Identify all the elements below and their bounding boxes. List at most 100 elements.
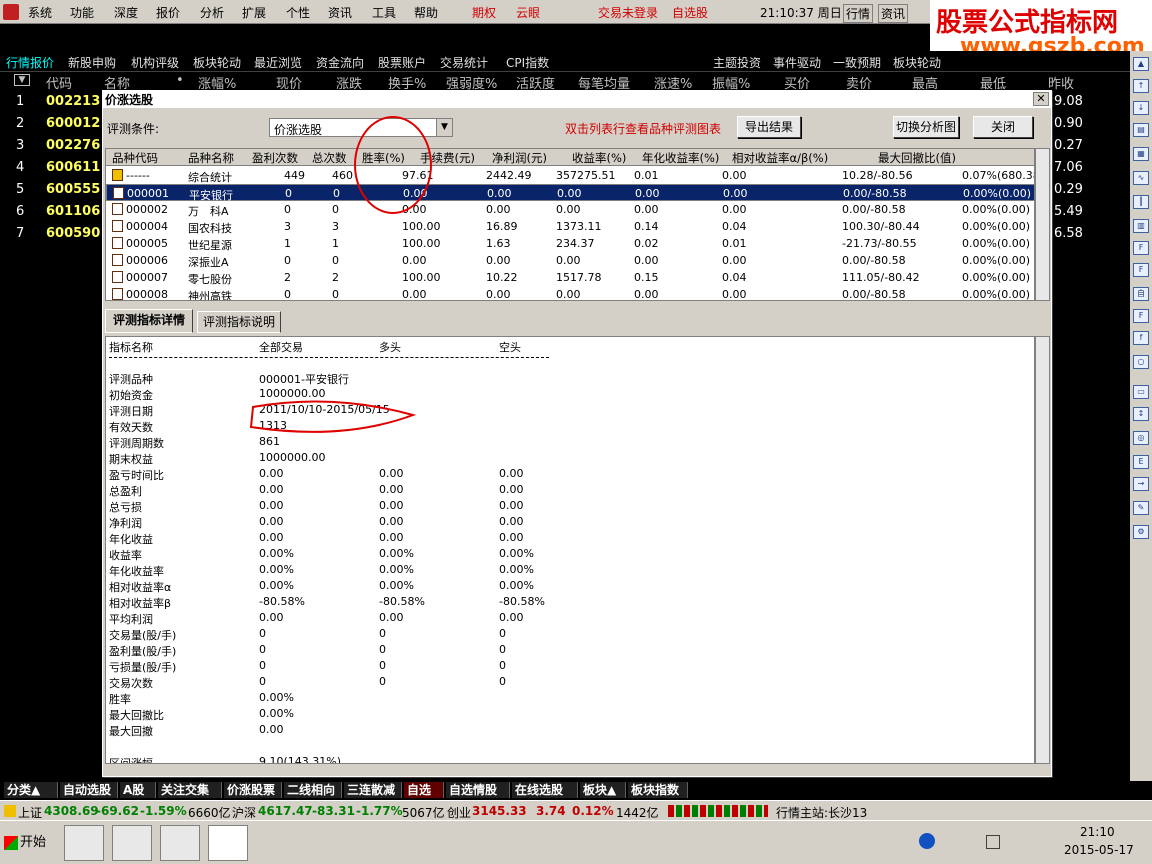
circle-icon[interactable]: ○	[1133, 355, 1149, 369]
stock-row[interactable]: 6 601106	[0, 204, 104, 226]
bar-chart-icon[interactable]: ▥	[1133, 219, 1149, 233]
f10-icon[interactable]: F	[1133, 241, 1149, 255]
menu-depth[interactable]: 深度	[114, 4, 138, 21]
close-button[interactable]: 关闭	[973, 116, 1033, 138]
fx-icon[interactable]: f	[1133, 331, 1149, 345]
gh-code[interactable]: 品种代码	[112, 150, 158, 166]
menu-system[interactable]: 系统	[28, 4, 52, 21]
menu-extend[interactable]: 扩展	[242, 4, 266, 21]
menu-function[interactable]: 功能	[70, 4, 94, 21]
trade-status[interactable]: 交易未登录	[598, 4, 658, 21]
stock-row[interactable]: 3 002276	[0, 138, 104, 160]
col-code[interactable]: 代码	[46, 73, 72, 92]
tab-sector[interactable]: 板块轮动	[893, 54, 941, 71]
colorful-app-icon[interactable]	[112, 825, 152, 861]
tab-consensus[interactable]: 一致预期	[833, 54, 881, 71]
arrow-up-icon[interactable]: ▲	[1133, 57, 1149, 71]
grid-scrollbar[interactable]	[1035, 148, 1050, 301]
target-icon[interactable]: ◎	[1133, 431, 1149, 445]
qq-app-icon[interactable]	[160, 825, 200, 861]
tab-explain[interactable]: 评测指标说明	[197, 311, 281, 333]
gh-wins[interactable]: 盈利次数	[252, 150, 298, 166]
hangqing-button[interactable]: 行情	[843, 4, 874, 23]
help-icon[interactable]	[919, 833, 935, 849]
fz-icon[interactable]: F	[1133, 309, 1149, 323]
tab-capital-flow[interactable]: 资金流向	[316, 54, 364, 71]
menu-tools[interactable]: 工具	[372, 4, 396, 21]
close-icon[interactable]: ✕	[1033, 92, 1049, 106]
grid-row[interactable]: 000001 平安银行 0 0 0.00 0.00 0.00 0.00 0.00 0.00/-80…	[106, 184, 1034, 202]
chevron-down-icon[interactable]: ▼	[14, 74, 30, 86]
tab-account[interactable]: 股票账户	[378, 54, 426, 71]
grid-row[interactable]: 000002 万 科A 0 0 0.00 0.00 0.00 0.00 0.00 0.00/-80…	[106, 201, 1034, 218]
folder-icon[interactable]: ▭	[1133, 385, 1149, 399]
menu-news[interactable]: 资讯	[328, 4, 352, 21]
switch-chart-button[interactable]: 切换分析图	[893, 116, 959, 138]
bottom-tab[interactable]: 板块▲	[580, 782, 626, 798]
bottom-tab[interactable]: 在线选股	[512, 782, 578, 798]
gh-drawdown[interactable]: 最大回撤比(值)	[878, 150, 956, 166]
stock-app-icon[interactable]	[208, 825, 248, 861]
pencil-icon[interactable]: ✎	[1133, 501, 1149, 515]
gear-icon[interactable]: ⚙	[1133, 525, 1149, 539]
gh-profit[interactable]: 净利润(元)	[492, 150, 547, 166]
grid-row[interactable]: 000004 国农科技 3 3 100.00 16.89 1373.11 0.14 0.04 10…	[106, 218, 1034, 235]
bottom-tab[interactable]: 三连散减	[344, 782, 402, 798]
gh-return[interactable]: 收益率(%)	[572, 150, 626, 166]
tab-quote[interactable]: 行情报价	[6, 54, 54, 71]
candle-icon[interactable]: ┃	[1133, 195, 1149, 209]
gh-annual[interactable]: 年化收益率(%)	[642, 150, 719, 166]
tab-cpi[interactable]: CPI指数	[506, 54, 549, 71]
menu-analysis[interactable]: 分析	[200, 4, 224, 21]
stock-row[interactable]: 4 600611	[0, 160, 104, 182]
tab-trade-stats[interactable]: 交易统计	[440, 54, 488, 71]
grid-row[interactable]: 000005 世纪星源 1 1 100.00 1.63 234.37 0.02 0.01 -21.…	[106, 235, 1034, 252]
tab-sector-rotation[interactable]: 板块轮动	[193, 54, 241, 71]
menu-watchlist[interactable]: 自选股	[672, 4, 708, 21]
etf-icon[interactable]: E	[1133, 455, 1149, 469]
menu-quote[interactable]: 报价	[156, 4, 180, 21]
bottom-tab[interactable]: 自选情股	[446, 782, 510, 798]
sort-icon[interactable]: ↕	[1133, 407, 1149, 421]
line-chart-icon[interactable]: ∿	[1133, 171, 1149, 185]
grid-row[interactable]: 000008 神州高铁 0 0 0.00 0.00 0.00 0.00 0.00 0.00/-80…	[106, 286, 1034, 300]
f-icon[interactable]: F	[1133, 263, 1149, 277]
tab-theme[interactable]: 主题投资	[713, 54, 761, 71]
grid-row[interactable]: 000006 深振业A 0 0 0.00 0.00 0.00 0.00 0.00 0.00/-80…	[106, 252, 1034, 269]
stock-row[interactable]: 1 002213	[0, 94, 104, 116]
bottom-tab[interactable]: 板块指数	[628, 782, 688, 798]
stock-row[interactable]: 7 600590	[0, 226, 104, 248]
gh-name[interactable]: 品种名称	[188, 150, 234, 166]
start-button[interactable]: 开始	[2, 831, 52, 855]
zixun-button[interactable]: 资讯	[878, 4, 909, 23]
bottom-tab[interactable]: A股	[120, 782, 156, 798]
bottom-tab[interactable]: 自选	[404, 782, 444, 798]
tab-recent[interactable]: 最近浏览	[254, 54, 302, 71]
tab-rating[interactable]: 机构评级	[131, 54, 179, 71]
menu-cloud-eye[interactable]: 云眼	[516, 4, 540, 21]
tab-ipo[interactable]: 新股申购	[68, 54, 116, 71]
grid-row[interactable]: ------ 综合统计 449 460 97.61 2442.49 357275.51 0.0…	[106, 167, 1034, 184]
gh-relative[interactable]: 相对收益率α/β(%)	[732, 150, 828, 166]
wechat-app-icon[interactable]	[64, 825, 104, 861]
bottom-tab[interactable]: 自动选股▲	[60, 782, 118, 813]
export-button[interactable]: 导出结果	[737, 116, 801, 138]
grid-row[interactable]: 000007 零七股份 2 2 100.00 10.22 1517.78 0.15 0.04 11…	[106, 269, 1034, 286]
gh-total[interactable]: 总次数	[312, 150, 347, 166]
flag-icon[interactable]	[986, 835, 1000, 849]
login-icon[interactable]: →	[1133, 477, 1149, 491]
menu-help[interactable]: 帮助	[414, 4, 438, 21]
bottom-tab[interactable]: 分类▲	[4, 782, 58, 798]
alert-icon[interactable]	[4, 805, 16, 817]
chart-icon[interactable]: ▤	[1133, 123, 1149, 137]
tab-event[interactable]: 事件驱动	[773, 54, 821, 71]
menu-custom[interactable]: 个性	[286, 4, 310, 21]
stock-row[interactable]: 2 600012	[0, 116, 104, 138]
tab-detail[interactable]: 评测指标详情	[105, 309, 193, 333]
bottom-tab[interactable]: 关注交集	[158, 782, 222, 798]
bottom-tab[interactable]: 价涨股票	[224, 782, 282, 798]
stock-row[interactable]: 5 600555	[0, 182, 104, 204]
detail-scrollbar[interactable]	[1035, 336, 1050, 764]
menu-options[interactable]: 期权	[472, 4, 496, 21]
self-icon[interactable]: 自	[1133, 287, 1149, 301]
